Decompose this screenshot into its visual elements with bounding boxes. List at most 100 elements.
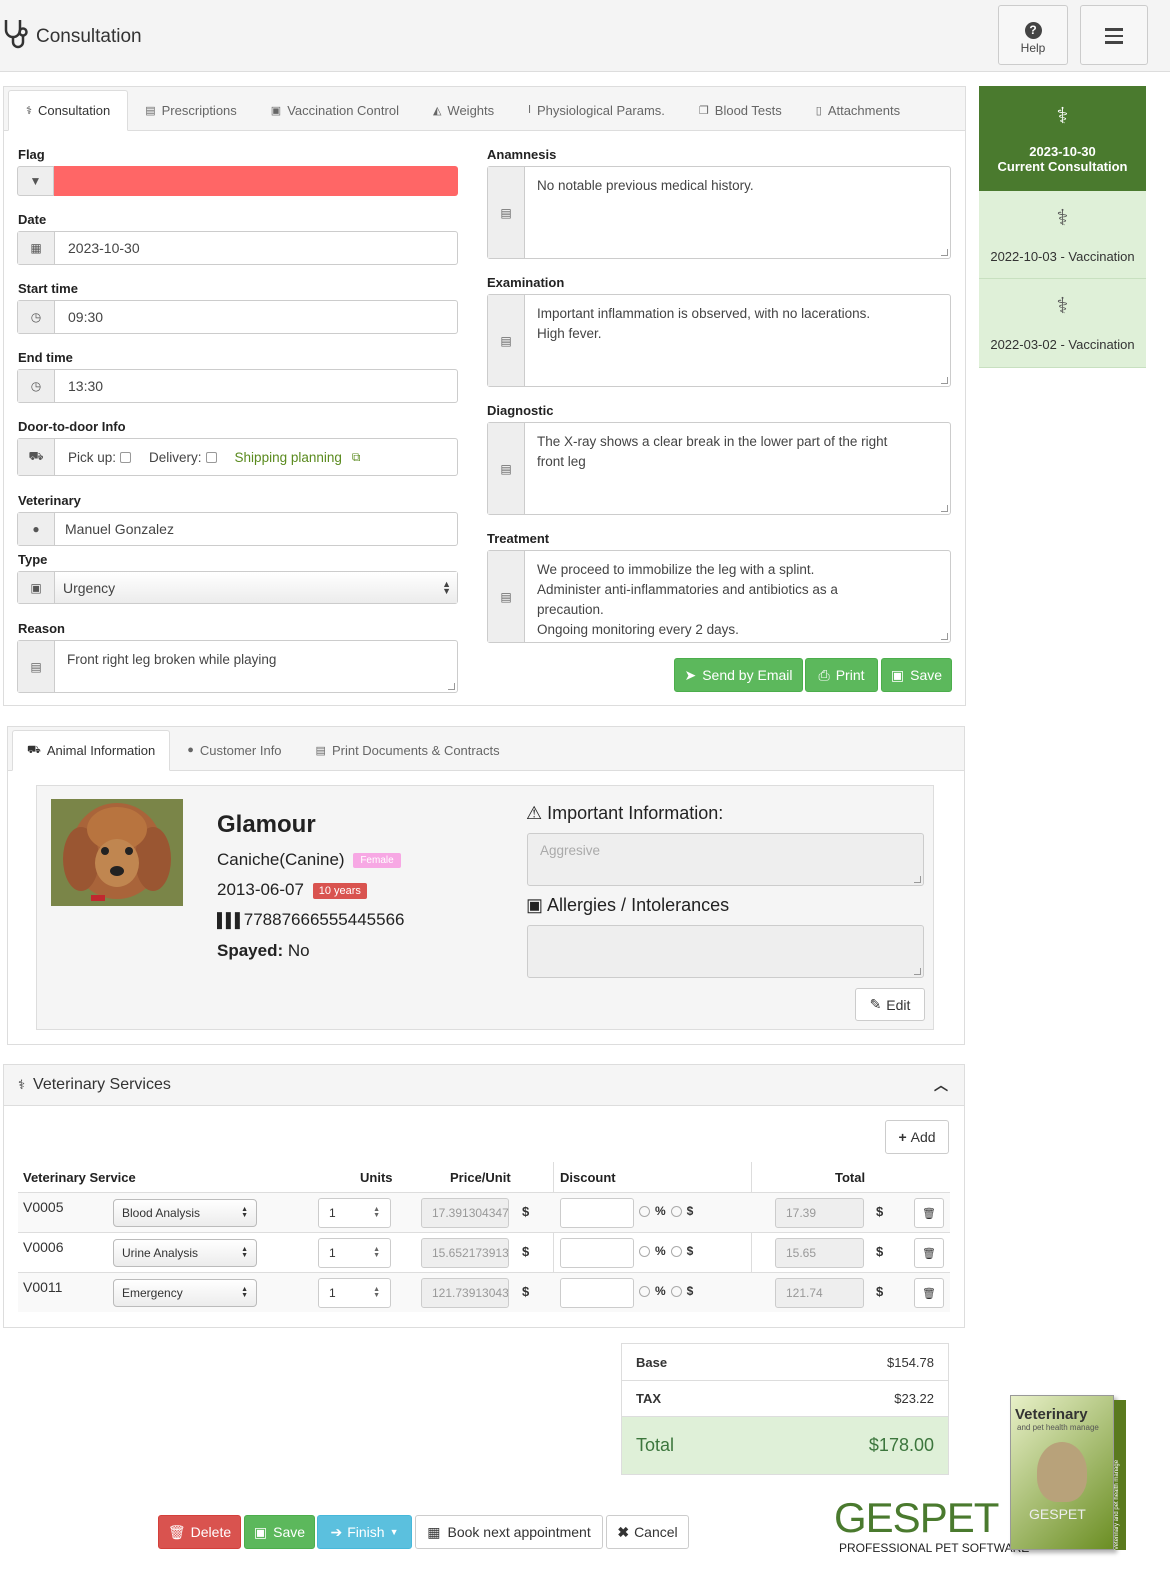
menu-button[interactable]: [1080, 5, 1148, 65]
tab-print-documents[interactable]: ▤ Print Documents & Contracts: [299, 730, 517, 770]
currency-symbol: $: [522, 1204, 530, 1219]
box-title: Veterinary: [1015, 1406, 1088, 1423]
history-item-vaccination-2[interactable]: ⚕ 2022-03-02 - Vaccination: [979, 279, 1146, 368]
external-link-icon[interactable]: ⧉: [352, 450, 361, 465]
total-input: 121.74: [775, 1278, 864, 1308]
barcode-icon: ▌▌▌: [217, 912, 245, 928]
tab-prescriptions[interactable]: ▤ Prescriptions: [128, 90, 254, 130]
diagnostic-label: Diagnostic: [487, 403, 554, 418]
resize-handle[interactable]: [941, 377, 948, 384]
resize-handle[interactable]: [941, 633, 948, 640]
history-label: 2022-10-03 - Vaccination: [990, 249, 1135, 264]
date-label: Date: [18, 212, 47, 227]
type-select[interactable]: ▣ Urgency ▲ ▼: [17, 571, 458, 604]
tab-customer-info[interactable]: ● Customer Info: [170, 730, 298, 770]
print-button[interactable]: ⎙ Print: [805, 658, 878, 692]
book-next-appointment-button[interactable]: ▦ Book next appointment: [415, 1515, 603, 1549]
add-label: Add: [910, 1129, 936, 1145]
spayed-label: Spayed:: [217, 941, 284, 960]
history-item-current[interactable]: ⚕ 2023-10-30 Current Consultation: [979, 86, 1146, 191]
discount-input[interactable]: [560, 1278, 634, 1308]
resize-handle[interactable]: [941, 249, 948, 256]
animal-tabs: ⛟ Animal Information ● Customer Info ▤ Prin…: [8, 727, 964, 771]
thermometer-icon: ǀ: [528, 104, 532, 116]
allergies-label: Allergies / Intolerances: [547, 895, 730, 915]
service-select[interactable]: Emergency ▲ ▼: [113, 1279, 257, 1307]
units-input[interactable]: 1 ▲ ▼: [318, 1198, 391, 1228]
resize-handle[interactable]: [914, 876, 921, 883]
treatment-textarea[interactable]: ▤ We proceed to immobilize the leg with …: [487, 550, 951, 643]
finish-dropdown-button[interactable]: ➔ Finish ▼: [317, 1515, 412, 1549]
end-time-field[interactable]: ◷ 13:30: [17, 369, 458, 403]
history-item-vaccination-1[interactable]: ⚕ 2022-10-03 - Vaccination: [979, 191, 1146, 279]
delete-button[interactable]: 🗑 Delete: [158, 1515, 241, 1549]
anamnesis-value: No notable previous medical history.: [537, 178, 754, 193]
veterinary-label: Veterinary: [18, 493, 81, 508]
age-badge: 10 years: [312, 882, 367, 899]
chevron-up-icon[interactable]: ︿: [934, 1075, 948, 1095]
total-input: 17.39: [775, 1198, 864, 1228]
discount-type-group: % $: [639, 1204, 693, 1218]
col-price: Price/Unit: [450, 1170, 511, 1185]
footer-save-button[interactable]: ▣ Save: [244, 1515, 315, 1549]
add-service-button[interactable]: + Add: [885, 1120, 949, 1154]
file-text-icon: ▤: [488, 295, 525, 386]
price-input: 15.6521739130: [421, 1238, 509, 1268]
veterinary-field[interactable]: ● Manuel Gonzalez: [17, 512, 458, 546]
flag-select[interactable]: ▼: [17, 166, 458, 196]
anamnesis-textarea[interactable]: ▤ No notable previous medical history.: [487, 166, 951, 259]
delete-row-button[interactable]: 🗑: [914, 1198, 944, 1228]
diagnostic-textarea[interactable]: ▤ The X-ray shows a clear break in the l…: [487, 422, 951, 515]
resize-handle[interactable]: [914, 968, 921, 975]
caret-down-icon: ▼: [17, 166, 54, 196]
finish-label: Finish: [347, 1524, 385, 1540]
discount-amount-radio[interactable]: [670, 1285, 682, 1297]
tab-weights[interactable]: ◭ Weights: [416, 90, 511, 130]
allergies-textarea[interactable]: [527, 925, 924, 978]
date-field[interactable]: ▦ 2023-10-30: [17, 231, 458, 265]
resize-handle[interactable]: [448, 683, 455, 690]
discount-percent-radio[interactable]: [639, 1285, 650, 1297]
area-chart-icon: ◭: [432, 104, 442, 117]
delete-row-button[interactable]: 🗑: [914, 1278, 944, 1308]
resize-handle[interactable]: [941, 505, 948, 512]
edit-button[interactable]: ✎ Edit: [855, 988, 925, 1021]
caret-square-icon: ▣: [18, 572, 55, 603]
discount-percent-radio[interactable]: [639, 1245, 650, 1257]
file-text-icon: ▤: [488, 167, 525, 258]
tab-attachments[interactable]: ▯ Attachments: [799, 90, 917, 130]
tab-consultation[interactable]: ⚕ Consultation: [8, 90, 129, 131]
cancel-button[interactable]: ✖ Cancel: [606, 1515, 689, 1549]
type-label: Type: [18, 552, 48, 567]
delivery-checkbox[interactable]: [205, 451, 217, 463]
examination-textarea[interactable]: ▤ Important inflammation is observed, wi…: [487, 294, 951, 387]
help-button[interactable]: ? Help: [998, 5, 1068, 65]
start-time-field[interactable]: ◷ 09:30: [17, 300, 458, 334]
service-code: V0011: [23, 1279, 63, 1295]
tab-vaccination-control[interactable]: ▣ Vaccination Control: [254, 90, 416, 130]
stethoscope-icon: ⚕: [18, 1077, 26, 1092]
tab-blood-tests[interactable]: ❐ Blood Tests: [682, 90, 799, 130]
tab-animal-information[interactable]: ⛟ Animal Information: [12, 730, 171, 771]
service-select[interactable]: Urine Analysis ▲ ▼: [113, 1239, 257, 1267]
discount-input[interactable]: [560, 1198, 634, 1228]
reason-textarea[interactable]: ▤ Front right leg broken while playing: [17, 640, 458, 693]
service-select[interactable]: Blood Analysis ▲ ▼: [113, 1199, 257, 1227]
send-by-email-button[interactable]: ➤ Send by Email: [674, 658, 803, 692]
important-info-textarea[interactable]: Aggresive: [527, 833, 924, 886]
discount-amount-radio[interactable]: [670, 1205, 682, 1217]
discount-input[interactable]: [560, 1238, 634, 1268]
list-icon: ▤: [145, 104, 156, 117]
shipping-planning-link[interactable]: Shipping planning: [235, 450, 342, 465]
delete-row-button[interactable]: 🗑: [914, 1238, 944, 1268]
important-info-label: Important Information:: [547, 803, 724, 823]
discount-percent-radio[interactable]: [639, 1205, 650, 1217]
units-input[interactable]: 1 ▲ ▼: [318, 1238, 391, 1268]
tab-physiological-params[interactable]: ǀ Physiological Params.: [511, 90, 682, 130]
units-input[interactable]: 1 ▲ ▼: [318, 1278, 391, 1308]
save-button[interactable]: ▣ Save: [881, 658, 952, 692]
pickup-checkbox[interactable]: [120, 451, 132, 463]
row-total-value: 17.39: [786, 1206, 817, 1220]
cat-image: [1037, 1442, 1087, 1502]
discount-amount-radio[interactable]: [670, 1245, 682, 1257]
